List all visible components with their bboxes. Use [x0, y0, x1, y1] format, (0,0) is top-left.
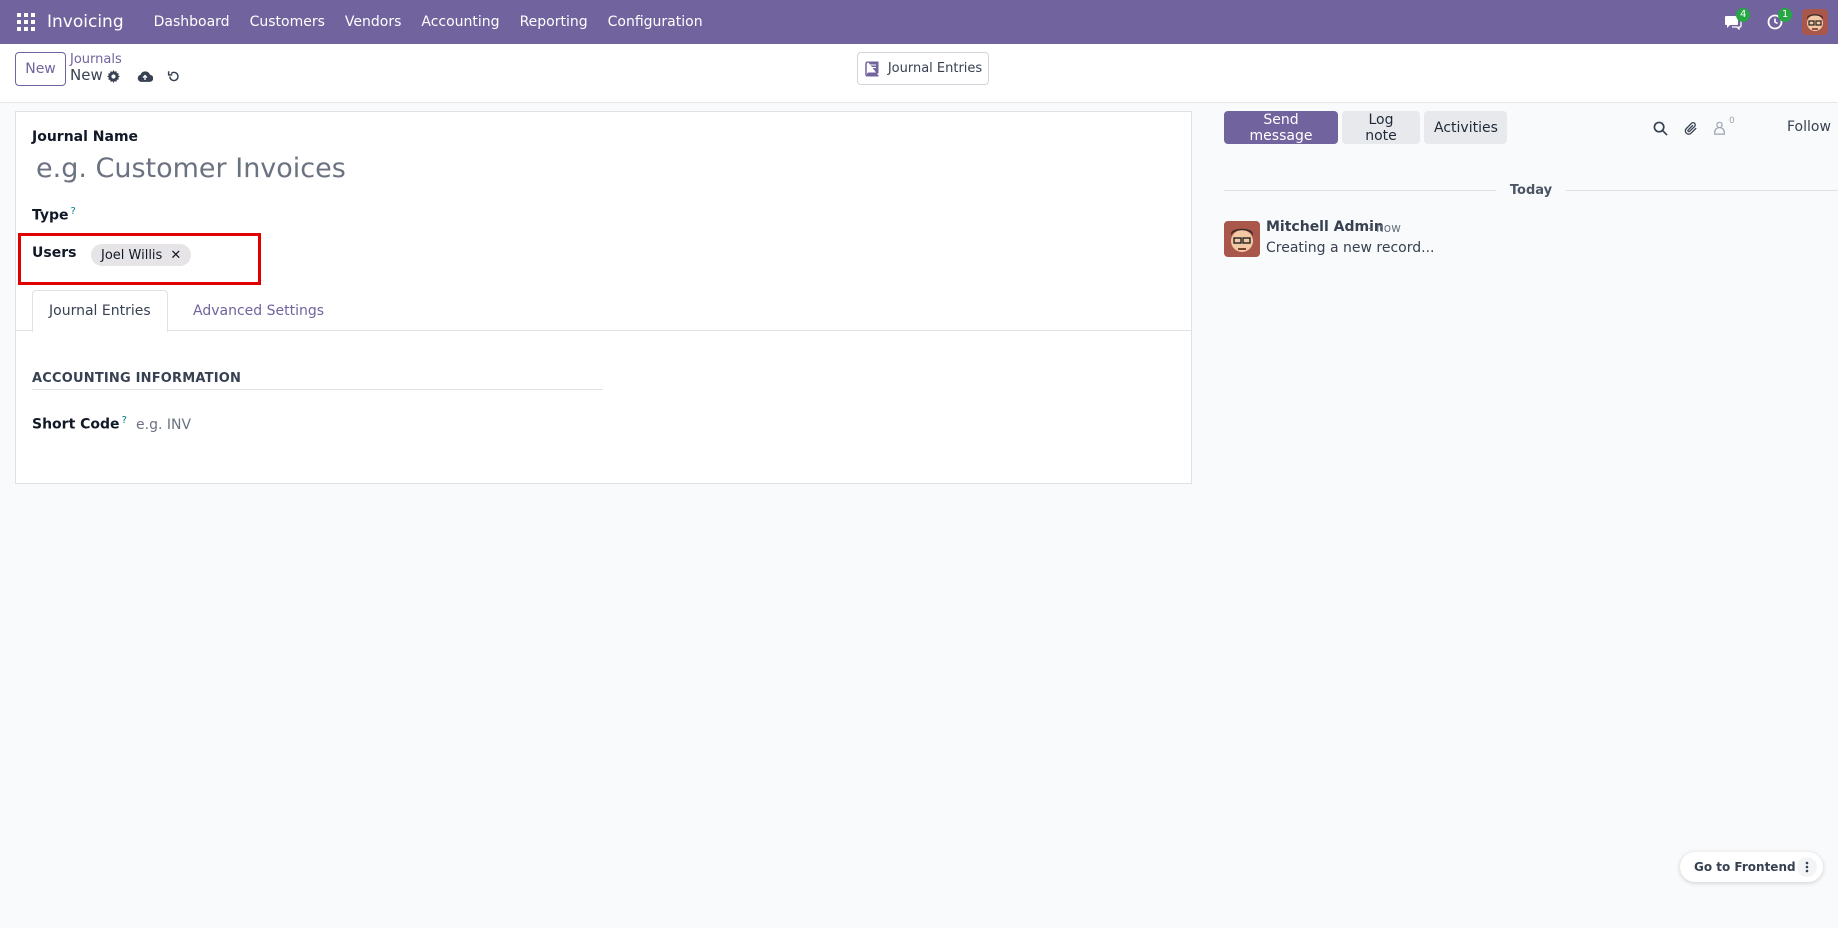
menu-configuration[interactable]: Configuration: [598, 14, 713, 30]
breadcrumb-current: New: [70, 66, 103, 84]
gear-icon[interactable]: [105, 68, 121, 84]
message-body: Creating a new record...: [1266, 240, 1435, 256]
remove-tag-icon[interactable]: ✕: [170, 248, 181, 263]
menu-dashboard[interactable]: Dashboard: [144, 14, 240, 30]
log-note-button[interactable]: Log note: [1342, 111, 1420, 144]
notebook-tabs: Journal Entries Advanced Settings: [16, 290, 1191, 332]
short-code-label: Short Code?: [32, 415, 127, 433]
menu-vendors[interactable]: Vendors: [335, 14, 411, 30]
short-code-help-icon[interactable]: ?: [122, 415, 127, 426]
go-to-frontend-button[interactable]: Go to Frontend: [1680, 860, 1796, 874]
users-label: Users: [32, 245, 77, 261]
journal-entries-smart-button[interactable]: Journal Entries: [857, 52, 989, 85]
systray: 4 1: [1712, 0, 1838, 44]
messages-badge: 4: [1736, 8, 1751, 22]
user-tag-label: Joel Willis: [101, 247, 163, 263]
control-panel: New Journals New Journal Entries: [0, 44, 1838, 103]
main-menu: Dashboard Customers Vendors Accounting R…: [144, 14, 713, 30]
short-code-label-text: Short Code: [32, 416, 120, 433]
accounting-information-title: ACCOUNTING INFORMATION: [32, 371, 603, 390]
undo-icon[interactable]: [165, 68, 181, 84]
tab-journal-entries[interactable]: Journal Entries: [32, 290, 168, 332]
smart-button-label: Journal Entries: [887, 61, 983, 76]
activities-menu[interactable]: 1: [1754, 0, 1796, 44]
menu-accounting[interactable]: Accounting: [411, 14, 509, 30]
type-label: Type?: [32, 206, 76, 224]
followers-user-icon[interactable]: [1710, 119, 1728, 137]
search-icon[interactable]: [1651, 119, 1669, 137]
followers-count: 0: [1729, 116, 1735, 126]
paperclip-icon[interactable]: [1682, 119, 1700, 137]
follow-button[interactable]: Follow: [1787, 119, 1831, 135]
menu-customers[interactable]: Customers: [240, 14, 335, 30]
breadcrumb-journals[interactable]: Journals: [70, 52, 122, 67]
form-sheet: Journal Name Type? Users Joel Willis ✕ J…: [15, 111, 1192, 484]
book-icon: [865, 60, 879, 77]
short-code-input[interactable]: [136, 414, 336, 436]
message-author-avatar[interactable]: [1224, 221, 1260, 257]
tab-advanced-settings[interactable]: Advanced Settings: [177, 290, 340, 331]
type-label-text: Type: [32, 207, 69, 224]
cloud-upload-icon[interactable]: [137, 68, 153, 84]
activities-badge: 1: [1778, 8, 1793, 22]
activities-button[interactable]: Activities: [1424, 111, 1507, 144]
message-date: - now: [1368, 221, 1401, 235]
journal-name-label: Journal Name: [32, 129, 139, 145]
app-title[interactable]: Invoicing: [47, 12, 124, 32]
user-tag: Joel Willis ✕: [91, 244, 192, 266]
user-avatar[interactable]: [1802, 9, 1828, 35]
messages-menu[interactable]: 4: [1712, 0, 1754, 44]
apps-grid-icon[interactable]: [16, 12, 36, 32]
date-separator: Today: [1224, 183, 1838, 198]
journal-name-input[interactable]: [36, 148, 636, 188]
vertical-dots-icon[interactable]: [1797, 857, 1817, 877]
top-navbar: Invoicing Dashboard Customers Vendors Ac…: [0, 0, 1838, 44]
type-help-icon[interactable]: ?: [71, 206, 76, 217]
message-author[interactable]: Mitchell Admin: [1266, 219, 1384, 235]
date-separator-label: Today: [1509, 183, 1553, 198]
go-to-frontend-widget: Go to Frontend: [1680, 852, 1823, 882]
send-message-button[interactable]: Send message: [1224, 111, 1338, 144]
new-button[interactable]: New: [15, 52, 66, 86]
menu-reporting[interactable]: Reporting: [510, 14, 598, 30]
